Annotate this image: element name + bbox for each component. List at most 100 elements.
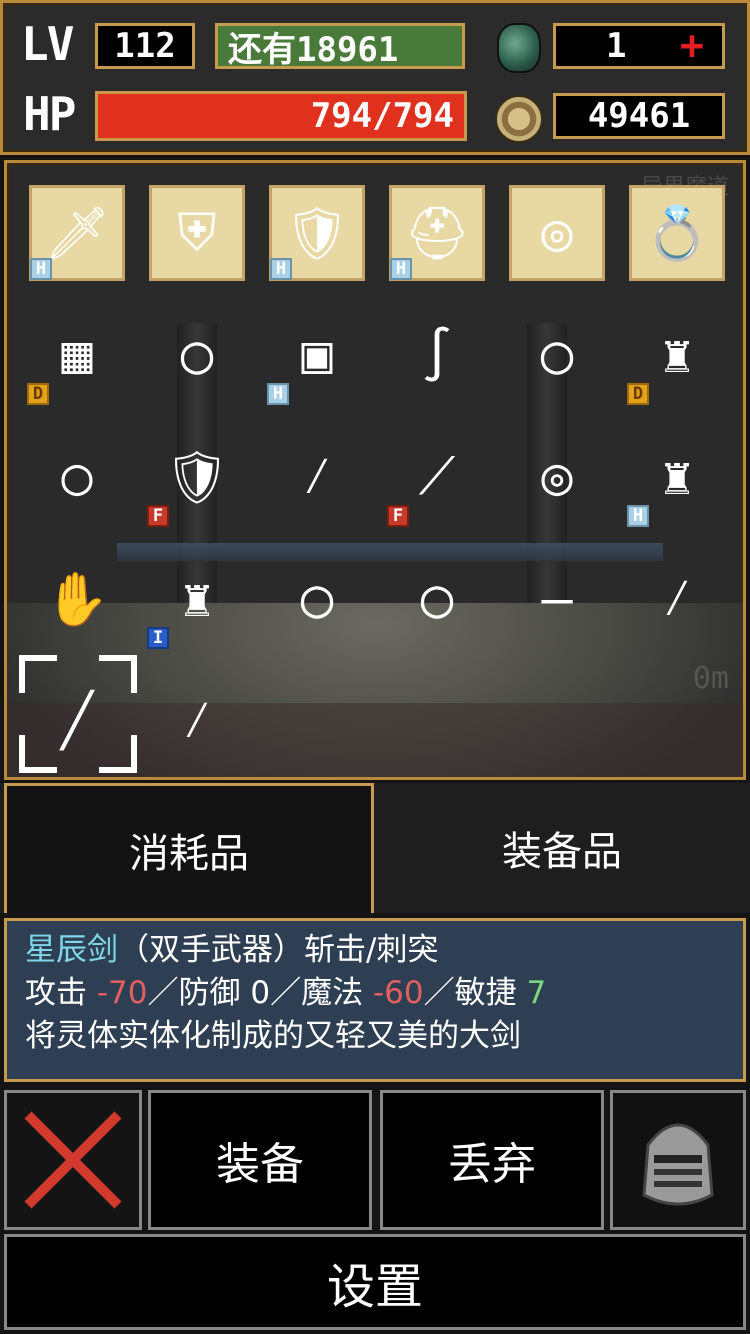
staff-icon: ⁄ [301,445,333,506]
plate-armor-icon: ♜ [661,447,693,507]
ring-icon: ◯ [541,325,573,385]
green-armor-icon: ♜ [661,325,693,385]
def-label: ／防御 [147,975,241,1011]
rarity-badge: H [270,258,292,280]
sword-icon: 🗡 [43,203,110,264]
mag-value: -60 [372,975,424,1011]
ring-icon: ◯ [301,569,333,629]
def-value: 0 [250,975,271,1011]
atk-label: 攻击 [25,975,87,1011]
equip-button[interactable]: 装备 [148,1090,372,1230]
level-label: LV [21,17,74,71]
gold-amount: 49461 [553,93,725,139]
inventory-item[interactable]: ○ [29,429,125,525]
add-gem-icon[interactable]: + [680,23,704,69]
armor-icon: 🛡 [283,203,350,264]
inventory-item[interactable]: ♜ H [627,429,725,527]
gem-count-box[interactable]: 1 + [553,23,725,69]
rarity-badge: H [627,505,649,527]
inventory-item[interactable]: ▦ D [27,307,125,405]
inventory-item[interactable]: ∫ [389,307,485,403]
scale-armor-icon: ▦ [61,325,93,385]
character-avatar-button[interactable] [610,1090,746,1230]
blue-armor-icon: ♜ [181,569,213,629]
inventory-item[interactable]: ✋ [29,551,125,647]
item-title-line: 星辰剑（双手武器）斩击/刺突 [25,929,725,972]
rarity-badge: D [627,383,649,405]
shield-slot-icon: ⛨ [177,202,217,263]
close-icon [24,1111,122,1209]
selection-cursor [19,655,137,773]
cancel-button[interactable] [4,1090,142,1230]
level-value: 112 [95,23,195,69]
inventory-item[interactable]: ◎ [509,429,605,525]
spear-icon: ⟋ [418,446,456,507]
ring-icon: 💍 [644,203,710,264]
rarity-badge: H [390,258,412,280]
inventory-item[interactable]: ◯ [509,307,605,403]
equipped-slot[interactable]: 💍 [629,185,725,281]
hp-bar: 794/794 [95,91,467,141]
item-description: 星辰剑（双手武器）斩击/刺突 攻击 -70／防御 0／魔法 -60／敏捷 7 将… [4,918,746,1082]
category-tabs: 消耗品 装备品 [0,783,750,913]
status-header: LV 112 还有18961 1 + HP 794/794 49461 [0,0,750,155]
gem-icon [497,23,541,73]
equipped-slot[interactable]: 🗡 H [29,185,125,281]
rarity-badge: F [147,505,169,527]
staff-icon: ⁄ [661,567,693,628]
helmet-icon: ⛑ [403,203,470,264]
wand-icon: ⁄ [181,689,213,750]
agi-label: ／敏捷 [423,975,517,1011]
equipped-slot[interactable]: ◎ [509,185,605,281]
hp-text: 794/794 [310,96,454,136]
inventory-item[interactable]: ⟋ F [387,429,485,527]
equipped-slot[interactable]: ⛑ H [389,185,485,281]
knight-helmet-icon [642,1123,714,1206]
inventory-item[interactable]: ◯ [149,307,245,403]
hp-label: HP [23,87,76,141]
tab-consumables[interactable]: 消耗品 [4,783,374,913]
inventory-item[interactable]: ⁄ [269,429,365,525]
tab-equipment[interactable]: 装备品 [378,783,746,913]
bracelet-icon: ◎ [541,447,573,507]
discard-button[interactable]: 丢弃 [380,1090,604,1230]
ring-icon: ◯ [421,569,453,629]
gold-coin-icon [495,95,543,143]
inventory-item[interactable]: 🛡 F [147,429,245,527]
depth-indicator: 0m [692,661,729,696]
exp-remaining: 还有18961 [215,23,465,70]
rarity-badge: H [267,383,289,405]
rarity-badge: F [387,505,409,527]
gem-count: 1 [606,26,627,66]
item-name: 星辰剑 [25,932,118,968]
rarity-badge: I [147,627,169,649]
iron-bracelet-icon: ▣ [301,325,333,385]
inventory-item[interactable]: ♜ I [147,551,245,649]
inventory-item[interactable]: ◯ [269,551,365,647]
settings-button[interactable]: 设置 [4,1234,746,1330]
silver-ring-icon: ○ [61,447,93,507]
inventory-item[interactable]: ◯ [389,551,485,647]
equipped-slot[interactable]: 🛡 H [269,185,365,281]
inventory-panel: 异界魔道 0m 🗡H⛨🛡H⛑H◎💍▦D◯▣H∫◯♜D○🛡F⁄⟋F◎♜H✋♜I◯◯… [4,160,746,780]
mag-label: ／魔法 [270,975,364,1011]
inventory-item[interactable]: — [509,551,605,647]
rarity-badge: D [27,383,49,405]
item-stats-line: 攻击 -70／防御 0／魔法 -60／敏捷 7 [25,972,725,1015]
inventory-item[interactable]: ⁄ [629,551,725,647]
inventory-item[interactable]: ⁄ [149,673,245,769]
whip-icon: ∫ [421,325,453,385]
equipped-slot[interactable]: ⛨ [149,185,245,281]
ring-icon: ◯ [181,325,213,385]
atk-value: -70 [96,975,148,1011]
gauntlet-icon: ✋ [44,569,110,630]
item-flavor: 将灵体实体化制成的又轻又美的大剑 [25,1018,521,1054]
bracelet-icon: ◎ [541,203,573,263]
flame-shield-icon: 🛡 [163,447,230,508]
inventory-item[interactable]: ▣ H [267,307,365,405]
inventory-item[interactable]: ♜ D [627,307,725,405]
rarity-badge: H [30,258,52,280]
item-type: （双手武器）斩击/刺突 [118,932,439,968]
agi-value: 7 [526,975,547,1011]
dagger-icon: — [541,569,573,629]
